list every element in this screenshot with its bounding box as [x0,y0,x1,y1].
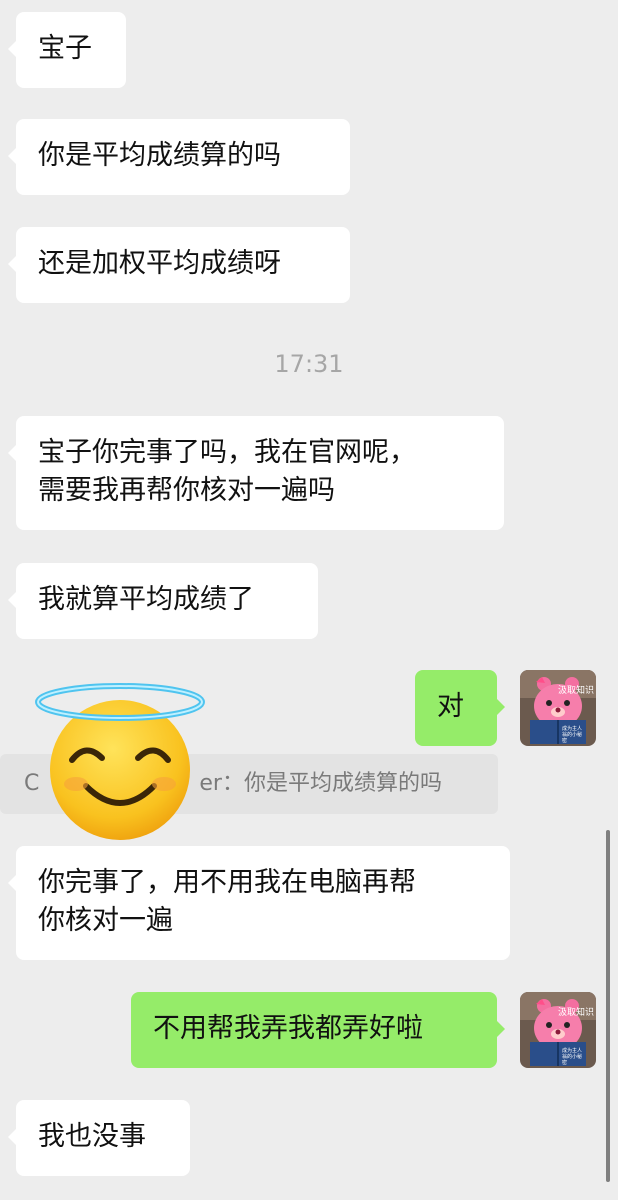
quote-text: er：你是平均成绩算的吗 [199,771,442,796]
avatar-caption: 汲取知识 [558,686,595,696]
avatar-book-text: 成为主人翁的小秘密 [562,1048,583,1066]
message-bubble-incoming[interactable]: 还是加权平均成绩呀 [8,227,350,303]
user-avatar[interactable]: 汲取知识 成为主人翁的小秘密 [520,992,596,1068]
message-timestamp: 17:31 [274,350,344,378]
message-bubble-incoming[interactable]: 宝子你完事了吗，我在官网呢， 需要我再帮你核对一遍吗 [8,416,504,530]
message-bubble-incoming[interactable]: 你完事了，用不用我在电脑再帮 你核对一遍 [8,846,510,960]
chat-area[interactable]: 宝子 你是平均成绩算的吗 还是加权平均成绩呀 17:31 宝子你完事了吗，我在官… [0,0,618,1200]
avatar-book-text: 成为主人翁的小秘密 [562,726,583,744]
smiling-face-with-halo-emoji-icon[interactable] [34,680,206,840]
avatar-caption: 汲取知识 [558,1008,595,1018]
message-bubble-incoming[interactable]: 宝子 [8,12,126,88]
message-bubble-incoming[interactable]: 我就算平均成绩了 [8,563,318,639]
user-avatar[interactable]: 汲取知识 成为主人翁的小秘密 [520,670,596,746]
scrollbar[interactable] [606,830,610,1182]
message-bubble-incoming[interactable]: 我也没事 [8,1100,190,1176]
message-bubble-incoming[interactable]: 你是平均成绩算的吗 [8,119,350,195]
message-bubble-outgoing[interactable]: 不用帮我弄我都弄好啦 [131,992,505,1068]
message-bubble-outgoing[interactable]: 对 [415,670,505,746]
